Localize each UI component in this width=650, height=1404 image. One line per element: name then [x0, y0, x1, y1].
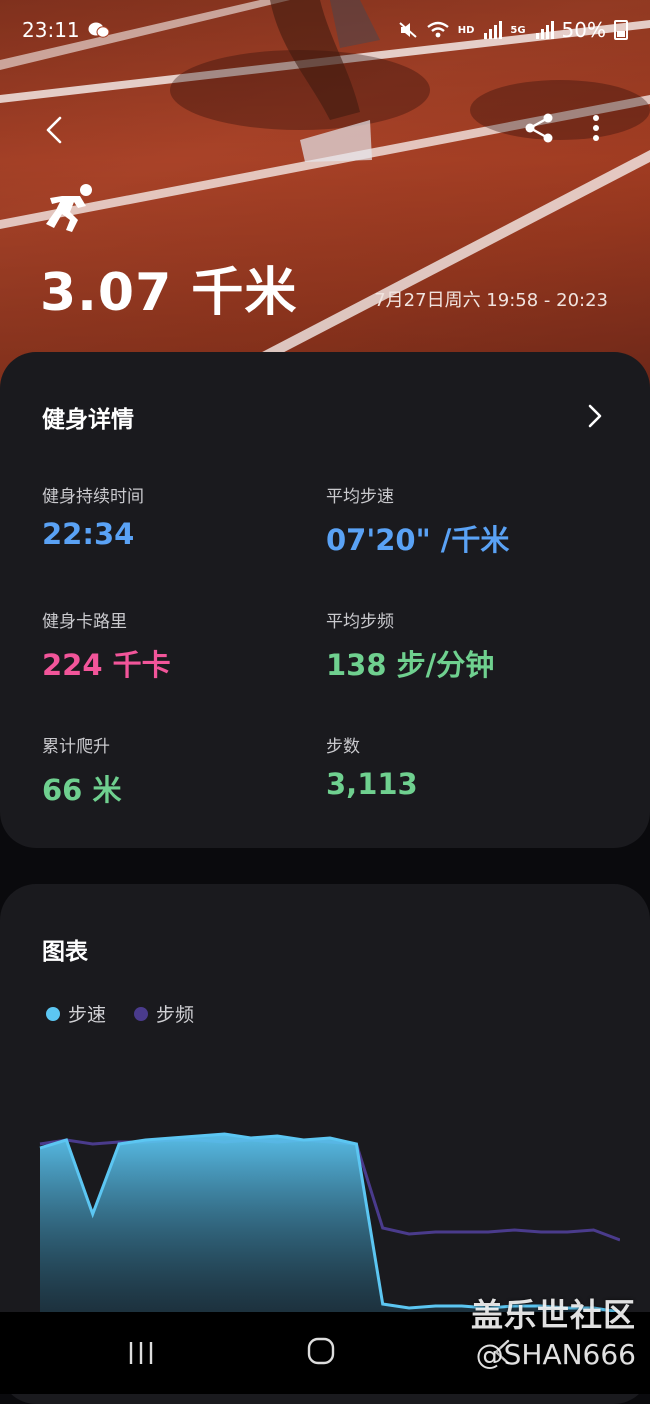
status-time: 23:11 [22, 18, 80, 42]
wifi-icon [426, 21, 449, 38]
details-title: 健身详情 [42, 407, 134, 433]
more-vert-icon[interactable] [576, 108, 616, 148]
wechat-icon [88, 22, 110, 38]
chart-legend: 步速 步频 [46, 1000, 194, 1027]
network-tag: 5G [510, 24, 526, 36]
runner-icon [46, 184, 92, 232]
stat-elevation-gain: 累计爬升 66 米 [42, 732, 121, 809]
legend-label-cadence: 步频 [156, 1004, 195, 1026]
battery-icon [614, 20, 628, 40]
home-icon[interactable] [306, 1336, 336, 1366]
stat-label: 健身持续时间 [42, 487, 144, 507]
chart-title: 图表 [42, 939, 88, 965]
battery-percent: 50% [561, 18, 606, 42]
back-arrow-icon[interactable] [36, 108, 76, 148]
stat-value: 22:34 [42, 517, 135, 551]
workout-details-card[interactable]: 健身详情 健身持续时间 22:34 平均步速 07'20" /千米 健身卡路里 … [0, 352, 650, 848]
share-icon[interactable] [520, 108, 560, 148]
stat-label: 步数 [326, 737, 360, 757]
stat-value: 138 步/分钟 [326, 648, 495, 682]
legend-label-pace: 步速 [68, 1004, 107, 1026]
stat-label: 累计爬升 [42, 737, 110, 757]
stat-steps: 步数 3,113 [326, 732, 418, 801]
stat-duration: 健身持续时间 22:34 [42, 482, 144, 551]
stat-value: 3,113 [326, 767, 418, 801]
chevron-right-icon[interactable] [580, 396, 612, 436]
distance-total: 3.07 千米 [40, 263, 298, 323]
stat-value: 07'20" /千米 [326, 523, 510, 557]
stat-calories: 健身卡路里 224 千卡 [42, 607, 171, 684]
legend-dot-cadence [134, 1006, 149, 1021]
watermark-community: 盖乐世社区 [470, 1296, 636, 1334]
stat-avg-pace: 平均步速 07'20" /千米 [326, 482, 509, 559]
stat-label: 健身卡路里 [42, 612, 127, 632]
hd-tag: HD [457, 24, 475, 36]
stat-value: 66 米 [42, 773, 122, 807]
signal-2-icon [535, 21, 554, 39]
status-bar: 23:11 HD 5G 50% [0, 0, 650, 60]
stat-avg-cadence: 平均步频 138 步/分钟 [326, 607, 494, 684]
legend-dot-pace [46, 1006, 60, 1021]
recent-apps-icon[interactable] [126, 1340, 156, 1366]
stat-value: 224 千卡 [42, 648, 171, 682]
stat-label: 平均步速 [326, 487, 394, 507]
hero-banner: 23:11 HD 5G 50% 3.07 千米 7月27日周六 19:58 - … [0, 0, 650, 400]
workout-time-range: 7月27日周六 19:58 - 20:23 [374, 290, 608, 311]
watermark-user: @SHAN666 [475, 1338, 636, 1371]
mute-icon [399, 22, 417, 38]
top-nav [0, 100, 650, 156]
signal-icon [484, 21, 503, 39]
stat-label: 平均步频 [326, 612, 394, 632]
